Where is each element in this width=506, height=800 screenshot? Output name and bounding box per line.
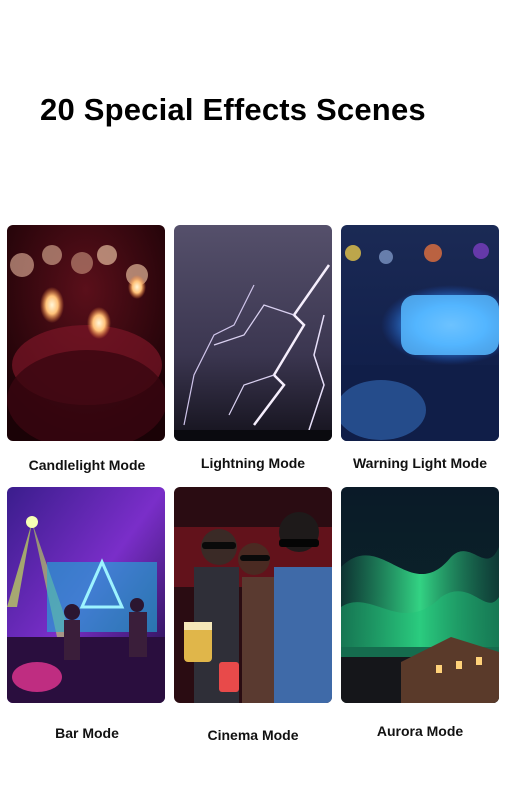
warning-light-image xyxy=(341,225,499,441)
scene-label-cinema: Cinema Mode xyxy=(207,727,299,743)
page-title: 20 Special Effects Scenes xyxy=(40,92,426,127)
lightning-image xyxy=(174,225,332,441)
aurora-image xyxy=(341,487,499,703)
scene-label-lightning: Lightning Mode xyxy=(200,455,306,471)
scene-label-aurora: Aurora Mode xyxy=(376,723,464,739)
scene-label-warning-light: Warning Light Mode xyxy=(352,455,487,471)
scene-label-bar: Bar Mode xyxy=(55,725,119,741)
candlelight-image xyxy=(7,225,165,441)
bar-image xyxy=(7,487,165,703)
cinema-image xyxy=(174,487,332,703)
scene-label-candlelight: Candlelight Mode xyxy=(28,457,146,473)
